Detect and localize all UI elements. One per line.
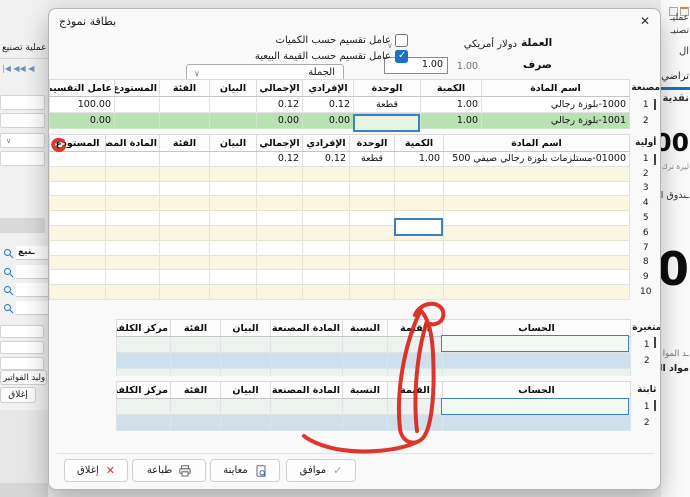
divider	[0, 58, 48, 59]
table-row[interactable]: 9	[50, 270, 662, 285]
table-row[interactable]: 2	[117, 353, 662, 369]
section-label: متغيرة	[631, 320, 662, 337]
close-icon[interactable]: ✕	[640, 14, 650, 28]
active-tab-indicator	[661, 87, 690, 90]
text-caret	[654, 400, 656, 411]
checkbox-label: عامل تقسيم حسب القيمة البيعية	[239, 51, 391, 62]
preview-icon	[255, 465, 267, 477]
close-button-background[interactable]: إغلاق	[0, 387, 36, 403]
text-field[interactable]	[0, 113, 45, 128]
text-field[interactable]	[0, 357, 44, 370]
price-list-value: الجملة	[308, 67, 335, 78]
section-label: أولية	[630, 135, 662, 152]
divider	[57, 453, 654, 454]
count-value: 0	[661, 242, 689, 296]
exchange-label: صرف	[523, 59, 552, 71]
materials-label: مواد التا	[661, 363, 689, 374]
table-row[interactable]: 1 01000-مستلزمات بلوزة رجالي صيفي 500 1.…	[50, 152, 662, 167]
table-row[interactable]: 7	[50, 240, 662, 255]
item-name-cell[interactable]: 1001-بلوزة رجالي	[482, 113, 630, 129]
search-icon[interactable]	[3, 267, 14, 278]
text-caret	[654, 337, 656, 348]
item-name-cell[interactable]: 01000-مستلزمات بلوزة رجالي صيفي 500	[444, 152, 630, 167]
tab-default[interactable]: تراضي	[661, 71, 689, 82]
chevron-down-icon: ∨	[6, 137, 11, 145]
generate-invoices-button[interactable]: وليد الفواتير	[0, 370, 47, 385]
table-row[interactable]: 3	[50, 181, 662, 196]
table-row[interactable]	[117, 369, 662, 377]
cash-label: نقدية	[662, 93, 689, 104]
table-row[interactable]: 2	[117, 415, 662, 431]
background-left-window: عملية تصنيع |◀ ◀◀ ◀ ∨ ـنيع وليد الفواتير…	[0, 0, 48, 497]
close-x-icon: ✕	[106, 464, 115, 477]
table-row[interactable]: 6	[50, 225, 662, 240]
search-row[interactable]	[0, 265, 48, 280]
search-icon[interactable]	[3, 303, 14, 314]
currency-caption: ليرة ترك	[662, 162, 689, 171]
ok-button[interactable]: موافق✓	[286, 459, 356, 482]
table-row[interactable]: 5	[50, 211, 662, 226]
table-row[interactable]: 4	[50, 196, 662, 211]
taskbar-strip	[0, 483, 48, 497]
text-caret	[654, 99, 656, 110]
dialog-title: بطاقة نموذج	[59, 15, 116, 28]
item-name-fragment: ـنيع	[18, 247, 35, 257]
search-row[interactable]	[0, 283, 48, 298]
exchange-rate-display: 1.00	[454, 61, 478, 72]
tab-fragment[interactable]: عمليـ	[670, 13, 689, 23]
screen: عملية تصنيع |◀ ◀◀ ◀ ∨ ـنيع وليد الفواتير…	[0, 0, 690, 497]
text-field[interactable]	[0, 151, 45, 166]
preview-button[interactable]: معاينة	[210, 459, 280, 482]
focused-cell-account-fixed[interactable]	[441, 398, 629, 415]
table-row[interactable]: 10	[50, 285, 662, 300]
search-row[interactable]: ـنيع	[0, 246, 48, 261]
currency-label: العملة	[521, 37, 552, 49]
text-caret	[654, 154, 656, 165]
template-card-dialog: بطاقة نموذج ✕ العملة دولار أمريكي ∨ صرف …	[48, 8, 661, 490]
close-button[interactable]: إغلاق✕	[64, 459, 128, 482]
amount-value: .00	[661, 128, 689, 157]
checkbox-split-by-quantities[interactable]	[395, 34, 408, 47]
dropdown-field[interactable]: ∨	[0, 133, 45, 148]
section-label: ثابتة	[631, 382, 662, 399]
focused-cell-unit[interactable]	[353, 114, 420, 132]
item-name-cell[interactable]: 1000-بلوزة رجالي	[482, 97, 630, 113]
grey-bar	[0, 218, 45, 233]
focused-cell-account-variable[interactable]	[441, 335, 629, 352]
text-fragment: ال	[679, 46, 689, 57]
printer-icon	[179, 465, 191, 477]
tab-manufacturing-process[interactable]: عملية تصنيع	[2, 43, 47, 53]
tab-fragment[interactable]: تصنيـ	[671, 26, 689, 36]
search-icon[interactable]	[3, 248, 14, 259]
table-row[interactable]: 1 1000-بلوزة رجالي 1.00 قطعة 0.12 0.12 1…	[50, 97, 662, 113]
fund-label: ـندوق ا	[661, 190, 689, 201]
text-field[interactable]	[0, 341, 44, 354]
check-icon: ✓	[333, 464, 342, 477]
text-field[interactable]	[0, 95, 45, 110]
materials-count-caption: ـد الموا	[663, 349, 689, 359]
table-row[interactable]: 2	[50, 166, 662, 181]
search-row[interactable]	[0, 301, 48, 316]
checkbox-split-by-sale-value[interactable]	[395, 50, 408, 63]
table-row[interactable]: 8	[50, 255, 662, 270]
checkbox-label: عامل تقسيم حسب الكميات	[239, 35, 391, 46]
search-icon[interactable]	[3, 285, 14, 296]
raw-materials-table: أولية اسم المادة الكمية الوحدة الإفرادي …	[49, 134, 661, 300]
chevron-down-icon: ∨	[194, 69, 200, 78]
record-navigation-icons[interactable]: |◀ ◀◀ ◀	[2, 64, 34, 73]
text-field[interactable]	[0, 325, 44, 338]
background-right-window: عمليـ تصنيـ ال تراضي نقدية .00 ليرة ترك …	[661, 0, 690, 497]
section-label: مصنعة	[630, 80, 662, 97]
currency-value[interactable]: دولار أمريكي	[439, 39, 517, 50]
exchange-rate-input[interactable]: 1.00	[384, 57, 448, 74]
print-button[interactable]: طباعة	[132, 459, 206, 482]
focused-cell-qty[interactable]	[394, 218, 443, 236]
